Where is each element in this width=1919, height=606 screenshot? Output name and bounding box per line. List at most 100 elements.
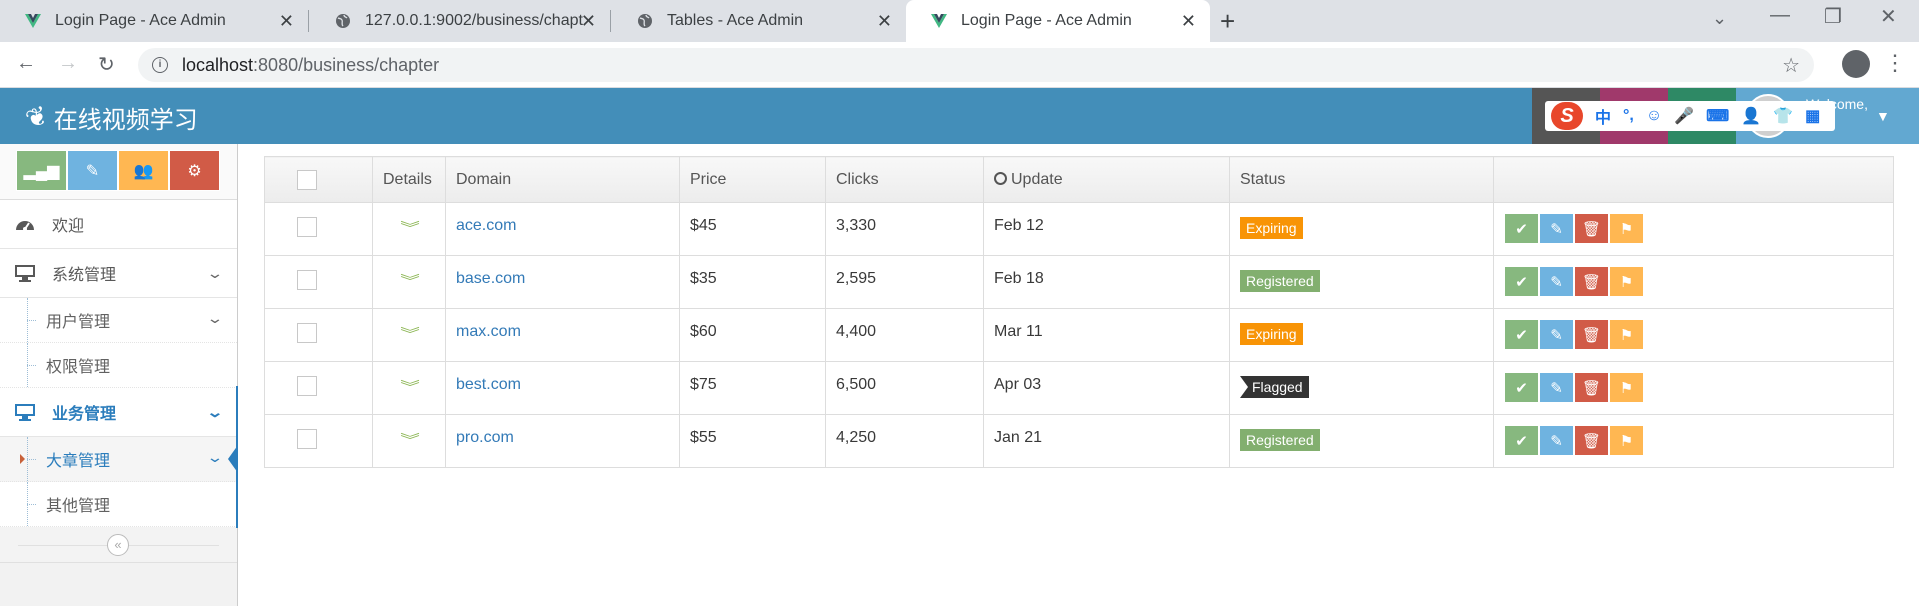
close-icon[interactable]: ✕ [877,11,892,32]
back-icon[interactable]: ← [16,52,36,75]
sidebar-item-permission-management[interactable]: 权限管理 [0,343,237,388]
chart-signal-icon[interactable]: ▂▄▆ [16,150,67,191]
ime-emoji-icon[interactable]: ☺ [1646,107,1662,125]
double-angle-down-icon[interactable]: ︾ [400,380,420,394]
clicks-cell: 2,595 [825,255,984,309]
sidebar-item-label: 业务管理 [52,406,117,423]
ime-voice-icon[interactable]: 🎤 [1674,106,1694,126]
browser-tab-2[interactable]: 127.0.0.1:9002/business/chapt ✕ [310,0,610,42]
sidebar-item-other-management[interactable]: 其他管理 [0,482,237,527]
check-icon[interactable]: ✔ [1504,425,1539,456]
flag-icon[interactable]: ⚑ [1609,425,1644,456]
row-checkbox[interactable] [297,323,317,343]
ime-skin-icon[interactable]: 👕 [1773,106,1793,126]
pencil-icon[interactable]: ✎ [1539,425,1574,456]
flag-icon[interactable]: ⚑ [1609,319,1644,350]
caret-down-icon[interactable]: ▼ [1876,108,1890,124]
desktop-icon [14,262,36,284]
double-angle-down-icon[interactable]: ︾ [400,274,420,288]
sidebar-item-welcome[interactable]: 欢迎 [0,200,237,249]
sidebar-item-business[interactable]: 业务管理 ⌄ [0,388,237,437]
update-cell: Mar 11 [983,308,1230,362]
cogs-icon[interactable]: ⚙ [169,150,220,191]
double-angle-down-icon[interactable]: ︾ [400,433,420,447]
browser-tab-4-active[interactable]: Login Page - Ace Admin ✕ [906,0,1210,42]
check-icon[interactable]: ✔ [1504,266,1539,297]
check-icon[interactable]: ✔ [1504,372,1539,403]
check-icon[interactable]: ✔ [1504,319,1539,350]
row-checkbox[interactable] [297,376,317,396]
pencil-icon[interactable]: ✎ [1539,213,1574,244]
brand[interactable]: ❦ 在线视频学习 [21,99,197,135]
ime-user-icon[interactable]: 👤 [1741,106,1761,126]
domain-link[interactable]: best.com [456,376,521,393]
users-icon[interactable]: 👥 [118,150,169,191]
bookmark-star-icon[interactable]: ☆ [1782,53,1800,78]
info-icon[interactable]: i [152,57,168,73]
domain-cell: base.com [445,255,680,309]
close-icon[interactable]: ✕ [1181,11,1196,32]
column-header[interactable]: Domain [445,156,680,203]
profile-avatar[interactable] [1842,50,1870,78]
actions-cell: ✔ ✎ 🗑 ⚑ [1493,202,1894,256]
domain-link[interactable]: pro.com [456,429,514,446]
browser-tab-3[interactable]: Tables - Ace Admin ✕ [612,0,906,42]
trash-icon[interactable]: 🗑 [1574,213,1609,244]
trash-icon[interactable]: 🗑 [1574,266,1609,297]
domain-link[interactable]: ace.com [456,217,516,234]
browser-menu-icon[interactable]: ⋮ [1884,50,1906,76]
ime-keyboard-icon[interactable]: ⌨ [1706,106,1729,126]
pencil-icon[interactable]: ✎ [67,150,118,191]
column-header[interactable]: Status [1229,156,1494,203]
tab-search-icon[interactable]: ⌄ [1712,8,1727,29]
select-all-checkbox[interactable] [297,169,317,190]
flag-icon[interactable]: ⚑ [1609,266,1644,297]
ime-chinese-toggle[interactable]: 中 [1595,104,1611,128]
update-cell: Jan 21 [983,414,1230,468]
clock-icon [994,171,1007,185]
sidebar-item-user-management[interactable]: 用户管理 ⌄ [0,298,237,343]
sidebar-item-system[interactable]: 系统管理 ⌄ [0,249,237,298]
row-checkbox[interactable] [297,270,317,290]
double-angle-down-icon[interactable]: ︾ [400,327,420,341]
column-header-update[interactable]: Update [983,156,1230,203]
table-row: ︾ max.com $60 4,400 Mar 11 Expiring ✔ ✎ … [264,308,1894,362]
table-row: ︾ pro.com $55 4,250 Jan 21 Registered ✔ … [264,414,1894,468]
trash-icon[interactable]: 🗑 [1574,372,1609,403]
flag-icon[interactable]: ⚑ [1609,213,1644,244]
row-checkbox[interactable] [297,429,317,449]
url-input[interactable]: i localhost :8080/business/chapter ☆ [138,48,1814,82]
pencil-icon[interactable]: ✎ [1539,319,1574,350]
forward-icon[interactable]: → [58,52,78,75]
column-header[interactable]: Price [679,156,826,203]
double-angle-left-icon[interactable]: « [107,534,129,556]
domain-link[interactable]: base.com [456,270,525,287]
trash-icon[interactable]: 🗑 [1574,425,1609,456]
ime-punctuation-icon[interactable]: °, [1623,107,1634,125]
double-angle-down-icon[interactable]: ︾ [400,221,420,235]
clicks-cell: 6,500 [825,361,984,415]
minimize-button[interactable]: — [1770,4,1790,27]
check-icon[interactable]: ✔ [1504,213,1539,244]
actions-cell: ✔ ✎ 🗑 ⚑ [1493,255,1894,309]
reload-icon[interactable]: ↻ [98,52,115,77]
window-close-button[interactable]: ✕ [1880,4,1897,29]
row-checkbox[interactable] [297,217,317,237]
pencil-icon[interactable]: ✎ [1539,372,1574,403]
ime-toolbox-icon[interactable]: ▦ [1805,106,1820,126]
pencil-icon[interactable]: ✎ [1539,266,1574,297]
sogou-logo-icon[interactable]: S [1551,102,1583,130]
new-tab-button[interactable]: + [1220,6,1235,37]
sidebar-item-chapter-management[interactable]: 大章管理 ⌄ [0,437,238,482]
ime-toolbar: S 中 °, ☺ 🎤 ⌨ 👤 👕 ▦ [1545,101,1835,131]
close-icon[interactable]: ✕ [581,11,596,32]
restore-button[interactable]: ❐ [1824,4,1842,29]
column-header[interactable]: Clicks [825,156,984,203]
browser-tab-1[interactable]: Login Page - Ace Admin ✕ [0,0,308,42]
column-header[interactable]: Details [372,156,446,203]
close-icon[interactable]: ✕ [279,11,294,32]
domain-link[interactable]: max.com [456,323,521,340]
trash-icon[interactable]: 🗑 [1574,319,1609,350]
tab-title: Login Page - Ace Admin [55,12,226,29]
flag-icon[interactable]: ⚑ [1609,372,1644,403]
